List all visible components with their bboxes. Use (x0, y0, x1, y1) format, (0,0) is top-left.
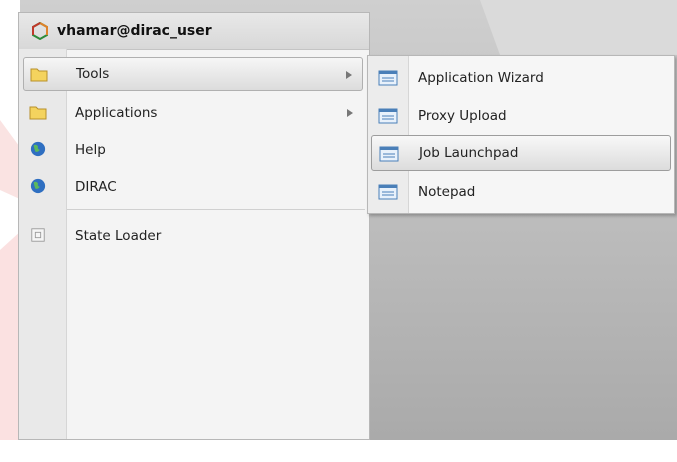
chevron-right-icon (346, 71, 352, 79)
menu-item-applications[interactable]: Applications (23, 96, 363, 130)
menu-item-label: Tools (76, 66, 110, 82)
menu-separator (67, 209, 365, 210)
menu-item-tools[interactable]: Tools (23, 57, 363, 91)
app-window-icon (378, 70, 398, 86)
chevron-right-icon (347, 109, 353, 117)
folder-icon (30, 68, 48, 82)
app-window-icon (378, 184, 398, 200)
menu-item-label: Help (75, 142, 106, 158)
submenu-item-application-wizard[interactable]: Application Wizard (371, 60, 671, 96)
globe-icon (30, 141, 46, 157)
app-window-icon (378, 108, 398, 124)
submenu-item-label: Notepad (418, 184, 476, 200)
square-icon (31, 228, 45, 242)
desktop-highlight (480, 0, 677, 55)
menu-item-label: DIRAC (75, 179, 117, 195)
menu-item-dirac[interactable]: DIRAC (23, 170, 363, 204)
submenu-item-label: Application Wizard (418, 70, 544, 86)
bottom-strip (0, 440, 677, 462)
tools-submenu: Application Wizard Proxy Upload Job Laun… (367, 55, 675, 214)
menu-item-label: Applications (75, 105, 158, 121)
start-menu: vhamar@dirac_user Tools Applications Hel… (18, 12, 370, 440)
menu-item-label: State Loader (75, 228, 162, 244)
user-name: vhamar@dirac_user (57, 23, 212, 39)
submenu-item-label: Job Launchpad (419, 145, 519, 161)
submenu-item-proxy-upload[interactable]: Proxy Upload (371, 98, 671, 134)
menu-item-help[interactable]: Help (23, 133, 363, 167)
app-window-icon (379, 146, 399, 162)
menu-item-state-loader[interactable]: State Loader (23, 219, 363, 253)
submenu-item-job-launchpad[interactable]: Job Launchpad (371, 135, 671, 171)
menu-header: vhamar@dirac_user (19, 13, 369, 50)
hexagon-logo-icon (32, 22, 48, 40)
submenu-item-label: Proxy Upload (418, 108, 507, 124)
folder-icon (29, 106, 47, 120)
globe-icon (30, 178, 46, 194)
submenu-item-notepad[interactable]: Notepad (371, 174, 671, 210)
